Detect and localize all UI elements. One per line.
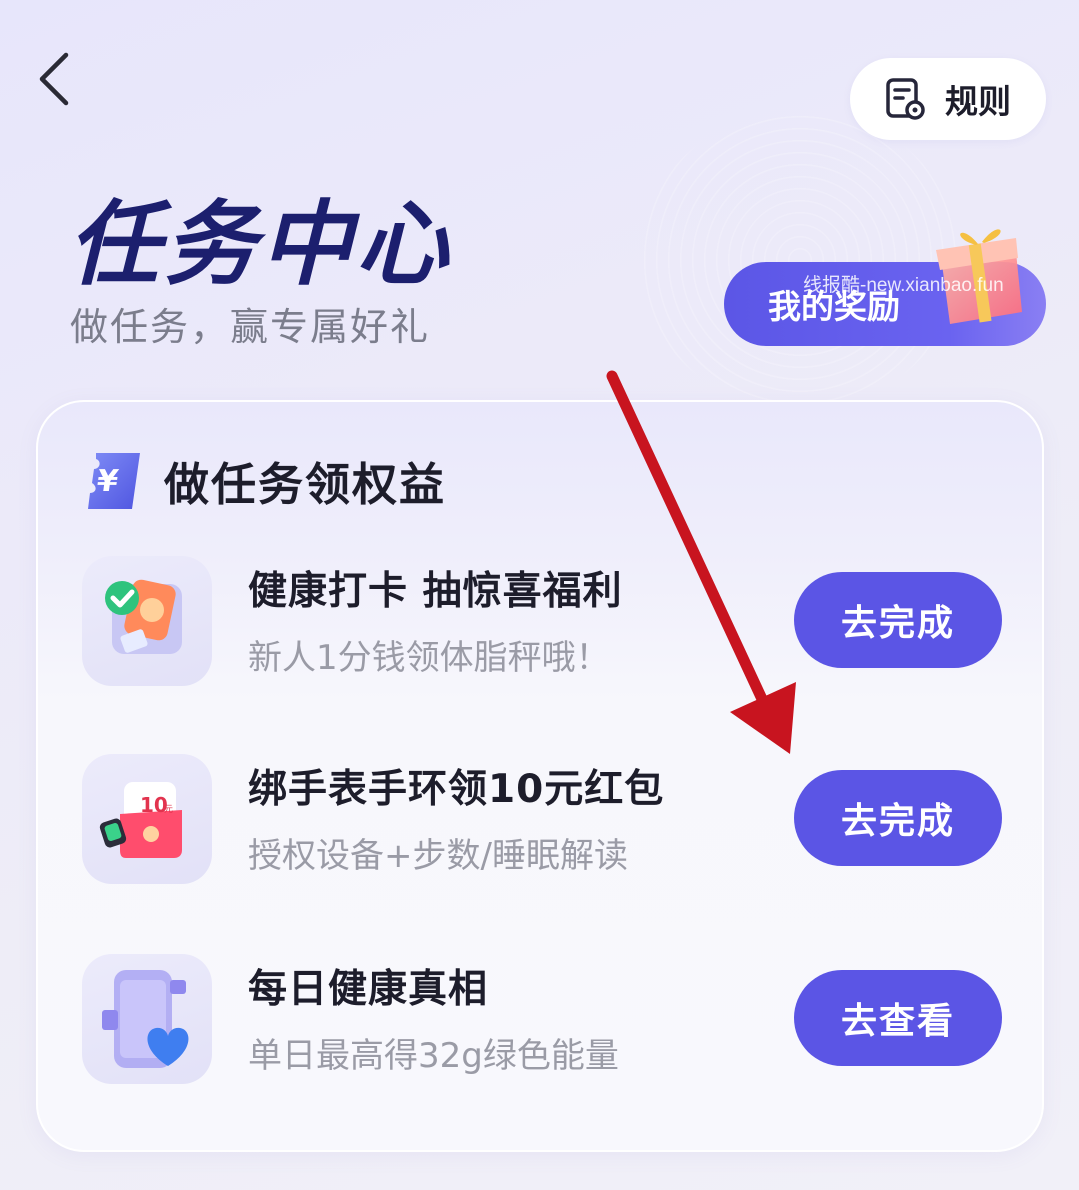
task-desc: 单日最高得32g绿色能量 (248, 1036, 619, 1076)
task-desc: 授权设备+步数/睡眠解读 (248, 836, 628, 876)
page-title: 任务中心 (68, 191, 453, 298)
task-title: 绑手表手环领10元红包 (248, 767, 665, 812)
red-envelope-watch-icon: 10 元 (82, 754, 212, 884)
phone-heart-icon (82, 954, 212, 1084)
task-item: 每日健康真相 单日最高得32g绿色能量 去查看 (82, 954, 1002, 1084)
rules-button[interactable]: 规则 (850, 58, 1046, 140)
chevron-left-icon (39, 52, 69, 106)
task-title: 每日健康真相 (248, 967, 489, 1012)
page-subtitle: 做任务，赢专属好礼 (70, 305, 431, 349)
back-button[interactable] (24, 44, 84, 114)
task-title: 健康打卡 抽惊喜福利 (248, 569, 623, 614)
task-complete-button[interactable]: 去完成 (794, 572, 1002, 668)
health-checkin-icon (82, 556, 212, 686)
card-title: 做任务领权益 (164, 458, 447, 511)
task-button-label: 去完成 (840, 603, 955, 644)
task-button-label: 去查看 (840, 1001, 955, 1042)
task-button-label: 去完成 (840, 801, 955, 842)
task-item: 健康打卡 抽惊喜福利 新人1分钱领体脂秤哦！ 去完成 (82, 556, 1002, 686)
yuan-coupon-icon: ¥ (88, 452, 140, 509)
task-view-button[interactable]: 去查看 (794, 970, 1002, 1066)
svg-text:元: 元 (164, 805, 173, 815)
document-settings-icon (886, 78, 925, 120)
task-complete-button[interactable]: 去完成 (794, 770, 1002, 866)
task-desc: 新人1分钱领体脂秤哦！ (248, 638, 610, 678)
task-card: ¥ 做任务领权益 健康打卡 抽惊喜福利 新人1分钱领体脂秤哦！ 去完成 10 元… (36, 400, 1044, 1152)
watermark: 线报酷-new.xianbao.fun (803, 275, 1004, 296)
card-header: ¥ 做任务领权益 (82, 448, 446, 513)
rules-label: 规则 (945, 82, 1011, 121)
task-item: 10 元 绑手表手环领10元红包 授权设备+步数/睡眠解读 去完成 (82, 754, 1002, 884)
background-pattern (640, 110, 960, 410)
